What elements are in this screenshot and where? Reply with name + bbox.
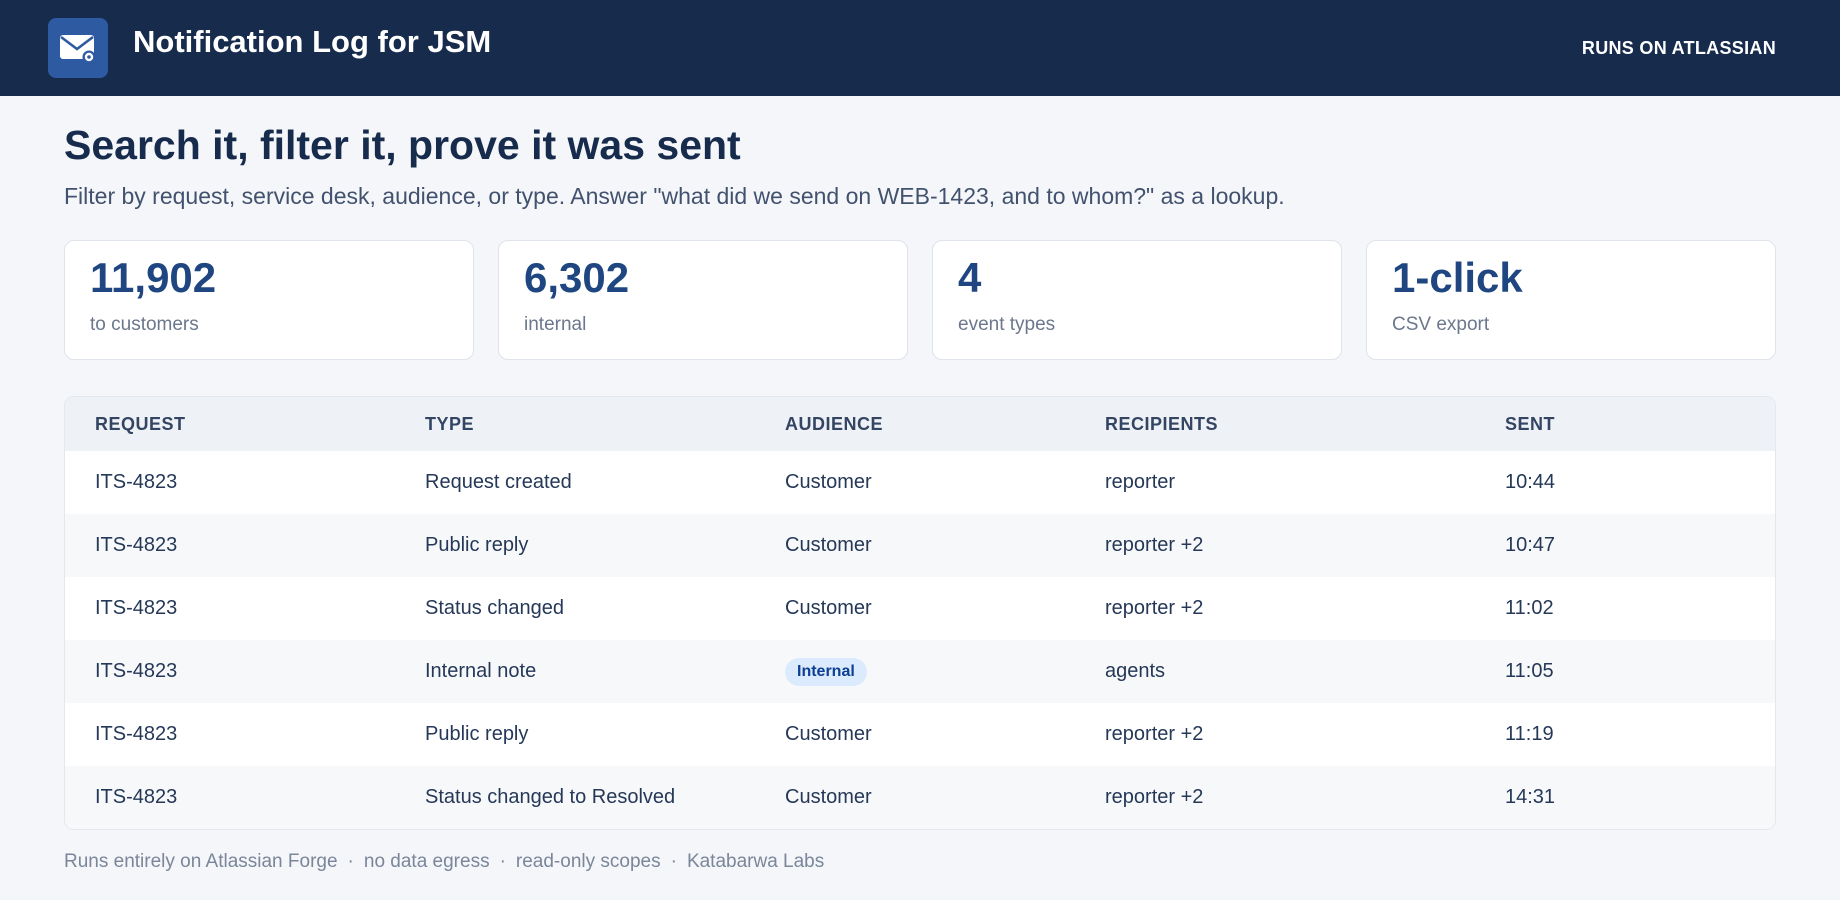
table-row[interactable]: ITS-4823 Internal note Internal agents 1… <box>65 640 1775 703</box>
footer: Runs entirely on Atlassian Forge · no data… <box>64 851 824 873</box>
stat-card-csv-export: 1-click CSV export <box>1366 240 1776 360</box>
footer-separator: · <box>347 851 354 872</box>
audience-cell: Customer <box>785 534 872 556</box>
column-header-recipients: RECIPIENTS <box>1105 413 1219 434</box>
stat-card-internal: 6,302 internal <box>498 240 908 360</box>
stat-label: CSV export <box>1392 314 1490 336</box>
page-headline: Search it, filter it, prove it was sent <box>64 122 741 168</box>
table-row[interactable]: ITS-4823 Status changed to Resolved Cust… <box>65 766 1775 829</box>
type-cell: Request created <box>425 471 572 493</box>
footer-item-vendor: Katabarwa Labs <box>686 851 825 872</box>
stat-label: to customers <box>90 314 199 336</box>
type-cell: Status changed <box>425 597 564 619</box>
sent-cell: 11:19 <box>1505 723 1554 745</box>
column-header-type: TYPE <box>425 413 475 434</box>
sent-cell: 11:02 <box>1505 597 1554 619</box>
stat-value: 11,902 <box>90 254 217 301</box>
top-bar: Notification Log for JSM RUNS ON ATLASSI… <box>0 0 1840 96</box>
recipients-cell: reporter <box>1105 471 1176 493</box>
footer-item-forge: Runs entirely on Atlassian Forge <box>64 851 338 872</box>
type-cell: Status changed to Resolved <box>425 786 676 808</box>
footer-separator: · <box>670 851 677 872</box>
runs-on-atlassian-badge: RUNS ON ATLASSIAN <box>1581 37 1776 58</box>
stat-label: event types <box>958 314 1056 336</box>
stat-value: 4 <box>958 254 982 301</box>
stats-row: 11,902 to customers 6,302 internal 4 eve… <box>64 240 1776 360</box>
sent-cell: 10:47 <box>1505 534 1556 556</box>
table-row[interactable]: ITS-4823 Status changed Customer reporte… <box>65 577 1775 640</box>
type-cell: Public reply <box>425 534 529 556</box>
table-body: ITS-4823 Request created Customer report… <box>65 451 1775 829</box>
audience-cell: Customer <box>785 723 872 745</box>
audience-cell: Customer <box>785 471 872 493</box>
column-header-sent: SENT <box>1505 413 1556 434</box>
request-cell: ITS-4823 <box>95 660 178 682</box>
recipients-cell: reporter +2 <box>1105 597 1204 619</box>
footer-separator: · <box>499 851 506 872</box>
table-row[interactable]: ITS-4823 Request created Customer report… <box>65 451 1775 514</box>
request-cell: ITS-4823 <box>95 786 178 808</box>
stat-value: 1-click <box>1392 254 1523 301</box>
audience-cell: Customer <box>785 597 872 619</box>
page-subline: Filter by request, service desk, audienc… <box>64 183 1285 209</box>
mail-gear-icon <box>48 18 108 78</box>
stat-value: 6,302 <box>524 254 630 301</box>
recipients-cell: reporter +2 <box>1105 786 1204 808</box>
sent-cell: 10:44 <box>1505 471 1556 493</box>
column-header-request: REQUEST <box>95 413 186 434</box>
table-header: REQUEST TYPE AUDIENCE RECIPIENTS SENT <box>65 397 1775 451</box>
stat-label: internal <box>524 314 587 336</box>
recipients-cell: reporter +2 <box>1105 534 1204 556</box>
footer-item-scopes: read-only scopes <box>515 851 661 872</box>
sent-cell: 11:05 <box>1505 660 1554 682</box>
request-cell: ITS-4823 <box>95 534 178 556</box>
audience-cell: Internal <box>785 657 1105 686</box>
app-title: Notification Log for JSM <box>133 24 492 59</box>
request-cell: ITS-4823 <box>95 471 178 493</box>
internal-audience-badge: Internal <box>785 657 867 686</box>
notification-table: REQUEST TYPE AUDIENCE RECIPIENTS SENT IT… <box>64 396 1776 830</box>
audience-cell: Customer <box>785 786 872 808</box>
sent-cell: 14:31 <box>1505 786 1556 808</box>
footer-item-egress: no data egress <box>363 851 490 872</box>
main-content: Search it, filter it, prove it was sent … <box>64 96 1776 830</box>
recipients-cell: agents <box>1105 660 1166 682</box>
request-cell: ITS-4823 <box>95 597 178 619</box>
stat-card-event-types: 4 event types <box>932 240 1342 360</box>
request-cell: ITS-4823 <box>95 723 178 745</box>
stat-card-customers: 11,902 to customers <box>64 240 474 360</box>
recipients-cell: reporter +2 <box>1105 723 1204 745</box>
table-row[interactable]: ITS-4823 Public reply Customer reporter … <box>65 514 1775 577</box>
type-cell: Internal note <box>425 660 537 682</box>
table-row[interactable]: ITS-4823 Public reply Customer reporter … <box>65 703 1775 766</box>
type-cell: Public reply <box>425 723 529 745</box>
column-header-audience: AUDIENCE <box>785 413 884 434</box>
